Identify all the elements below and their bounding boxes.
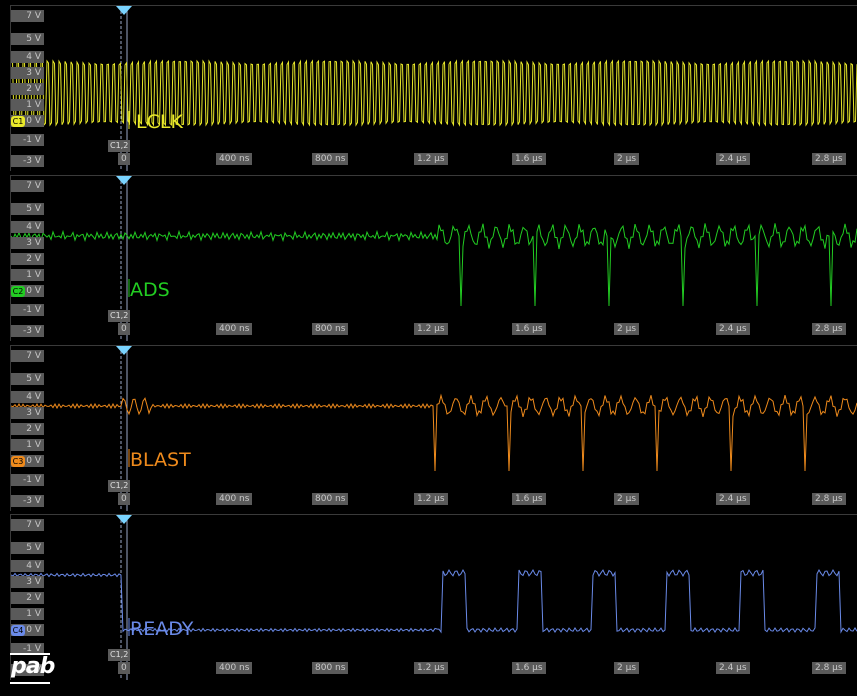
y-axis-tick-label: 5 V: [11, 373, 44, 385]
channel-badge-c4[interactable]: C4: [11, 625, 25, 636]
channel-name-ready: READY: [130, 618, 194, 640]
x-axis-tick-label: 2.8 µs: [812, 323, 846, 335]
x-axis-tick-label: 800 ns: [312, 493, 349, 505]
y-axis-tick-label: 2 V: [11, 592, 44, 604]
waveform-canvas: [11, 515, 857, 680]
channel-name-blast: BLAST: [130, 449, 191, 471]
x-axis-tick-label: 2 µs: [614, 323, 640, 335]
x-axis-tick-label: 400 ns: [216, 493, 253, 505]
trigger-marker-icon[interactable]: [116, 6, 132, 15]
y-axis-tick-label: 2 V: [11, 83, 44, 95]
cursor-label[interactable]: C1,2: [108, 480, 131, 492]
x-axis-tick-label: 1.2 µs: [414, 153, 448, 165]
y-axis-tick-label: 7 V: [11, 350, 44, 362]
x-axis-tick-label: 1.6 µs: [512, 662, 546, 674]
x-axis-tick-label: 2.4 µs: [716, 493, 750, 505]
x-axis-tick-label: 0: [118, 662, 130, 674]
x-axis-tick-label: 800 ns: [312, 153, 349, 165]
y-axis-tick-label: 1 V: [11, 99, 44, 111]
channel-panel-c3: [10, 345, 857, 511]
y-axis-tick-label: 1 V: [11, 608, 44, 620]
y-axis-tick-label: 2 V: [11, 423, 44, 435]
y-axis-tick-label: 2 V: [11, 253, 44, 265]
x-axis-tick-label: 400 ns: [216, 323, 253, 335]
x-axis-tick-label: 0: [118, 153, 130, 165]
y-axis-tick-label: -1 V: [11, 134, 44, 146]
y-axis-tick-label: 1 V: [11, 269, 44, 281]
x-axis-tick-label: 800 ns: [312, 323, 349, 335]
y-axis-tick-label: 7 V: [11, 519, 44, 531]
x-axis-tick-label: 2.4 µs: [716, 323, 750, 335]
x-axis-tick-label: 1.2 µs: [414, 493, 448, 505]
x-axis-tick-label: 2.8 µs: [812, 662, 846, 674]
y-axis-tick-label: -3 V: [11, 155, 44, 167]
channel-panel-c1: [10, 5, 857, 171]
brand-logo: pab: [11, 654, 55, 679]
y-axis-tick-label: 1 V: [11, 439, 44, 451]
y-axis-tick-label: -1 V: [11, 474, 44, 486]
x-axis-tick-label: 2 µs: [614, 153, 640, 165]
y-axis-tick-label: 5 V: [11, 542, 44, 554]
channel-panel-c2: [10, 175, 857, 341]
cursor-label[interactable]: C1,2: [108, 649, 131, 661]
x-axis-tick-label: 2.8 µs: [812, 493, 846, 505]
waveform-canvas: [11, 6, 857, 171]
y-axis-tick-label: 4 V: [11, 391, 44, 403]
y-axis-tick-label: 3 V: [11, 576, 44, 588]
x-axis-tick-label: 400 ns: [216, 662, 253, 674]
y-axis-tick-label: 4 V: [11, 221, 44, 233]
channel-name-ads: ADS: [130, 279, 170, 301]
y-axis-tick-label: 7 V: [11, 10, 44, 22]
channel-badge-c1[interactable]: C1: [11, 116, 25, 127]
y-axis-tick-label: 4 V: [11, 560, 44, 572]
y-axis-tick-label: 4 V: [11, 51, 44, 63]
cursor-label[interactable]: C1,2: [108, 140, 131, 152]
y-axis-tick-label: 3 V: [11, 407, 44, 419]
x-axis-tick-label: 2.4 µs: [716, 153, 750, 165]
y-axis-tick-label: -3 V: [11, 495, 44, 507]
trigger-marker-icon[interactable]: [116, 515, 132, 524]
x-axis-tick-label: 2.4 µs: [716, 662, 750, 674]
cursor-label[interactable]: C1,2: [108, 310, 131, 322]
x-axis-tick-label: 2 µs: [614, 662, 640, 674]
x-axis-tick-label: 1.2 µs: [414, 662, 448, 674]
channel-badge-c2[interactable]: C2: [11, 286, 25, 297]
x-axis-tick-label: 400 ns: [216, 153, 253, 165]
x-axis-tick-label: 1.6 µs: [512, 493, 546, 505]
x-axis-tick-label: 1.6 µs: [512, 323, 546, 335]
waveform-canvas: [11, 346, 857, 511]
trigger-marker-icon[interactable]: [116, 346, 132, 355]
x-axis-tick-label: 1.2 µs: [414, 323, 448, 335]
logo-underline-bottom: [10, 682, 50, 684]
x-axis-tick-label: 2.8 µs: [812, 153, 846, 165]
y-axis-tick-label: 7 V: [11, 180, 44, 192]
y-axis-tick-label: -3 V: [11, 325, 44, 337]
y-axis-tick-label: 5 V: [11, 203, 44, 215]
x-axis-tick-label: 800 ns: [312, 662, 349, 674]
y-axis-tick-label: 5 V: [11, 33, 44, 45]
channel-name-lclk: LCLK: [136, 111, 183, 133]
channel-panel-c4: [10, 514, 857, 680]
trigger-marker-icon[interactable]: [116, 176, 132, 185]
x-axis-tick-label: 0: [118, 493, 130, 505]
y-axis-tick-label: -1 V: [11, 304, 44, 316]
y-axis-tick-label: 3 V: [11, 237, 44, 249]
y-axis-tick-label: 3 V: [11, 67, 44, 79]
x-axis-tick-label: 2 µs: [614, 493, 640, 505]
x-axis-tick-label: 0: [118, 323, 130, 335]
waveform-canvas: [11, 176, 857, 341]
x-axis-tick-label: 1.6 µs: [512, 153, 546, 165]
channel-badge-c3[interactable]: C3: [11, 456, 25, 467]
